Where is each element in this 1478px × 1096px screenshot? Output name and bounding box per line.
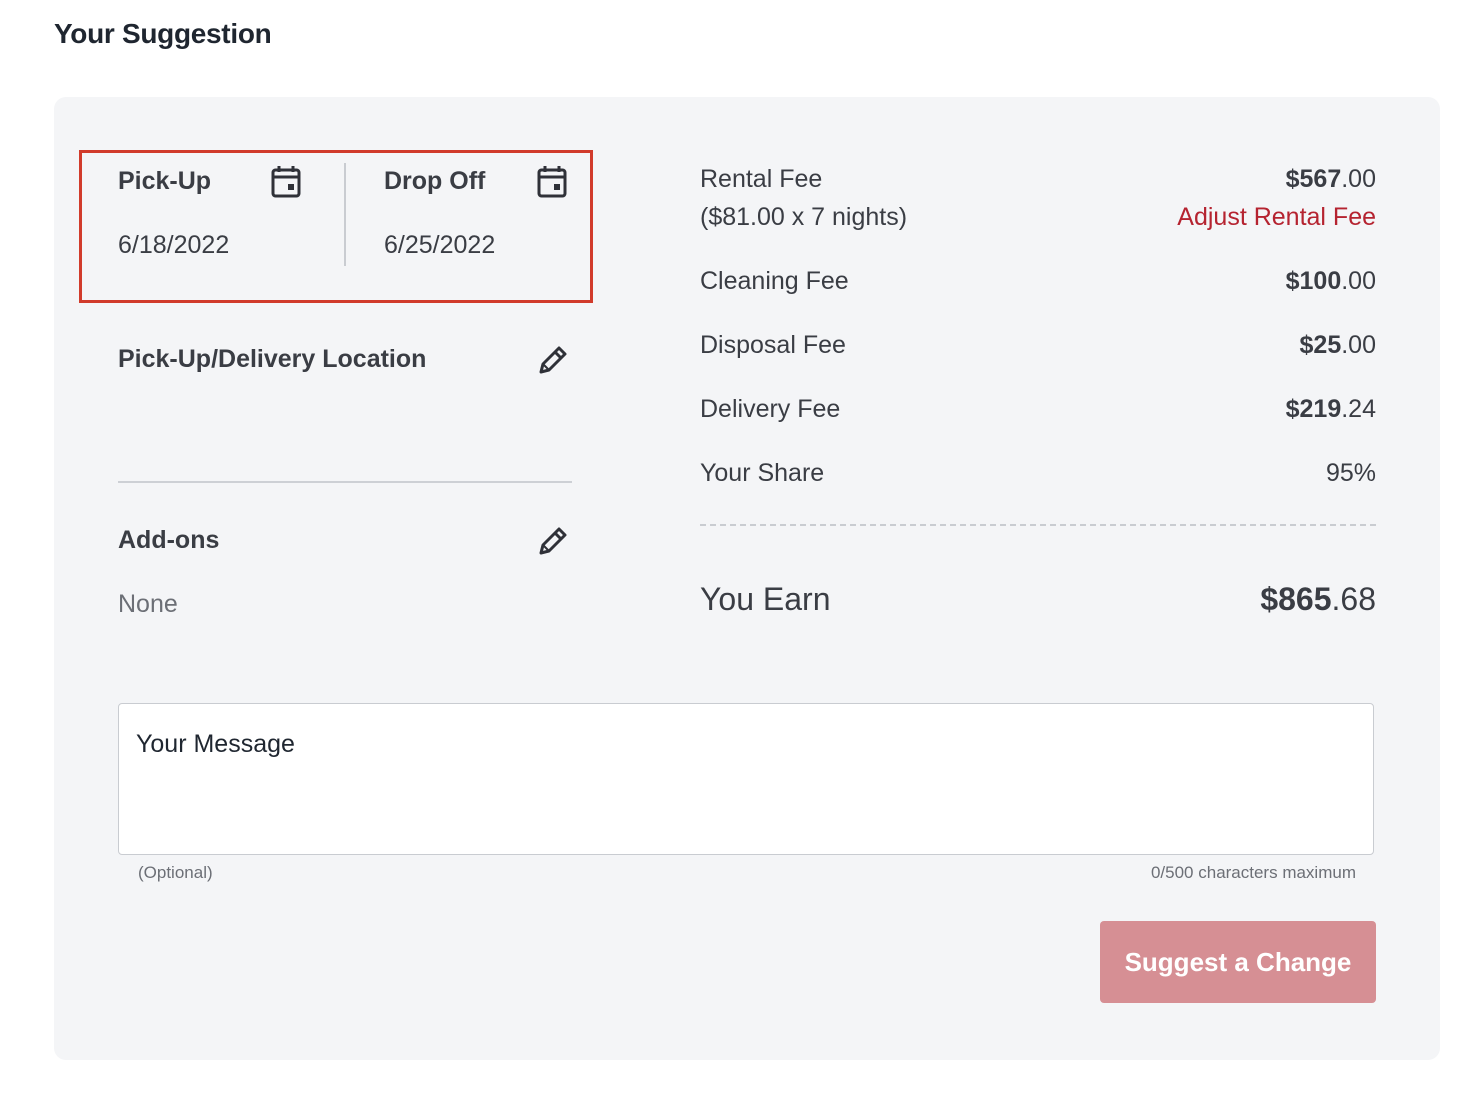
dashed-divider — [700, 524, 1376, 526]
section-divider — [118, 481, 572, 483]
dropoff-label: Drop Off — [384, 167, 486, 195]
disposal-fee-label: Disposal Fee — [700, 331, 846, 359]
suggestion-card: Pick-Up 6/18/2022 Drop Off 6/25/2022 Pic… — [54, 97, 1440, 1060]
you-earn-value: $865.68 — [1260, 581, 1376, 617]
your-share-value: 95% — [1325, 459, 1376, 487]
you-earn-label: You Earn — [700, 581, 831, 617]
delivery-fee-label: Delivery Fee — [700, 395, 841, 423]
dropoff-date-value: 6/25/2022 — [384, 231, 496, 259]
message-textarea[interactable] — [118, 703, 1374, 855]
your-share-label: Your Share — [700, 459, 825, 487]
addons-label: Add-ons — [118, 526, 220, 554]
rental-fee-value: $567.00 — [1285, 165, 1376, 193]
page-title: Your Suggestion — [54, 18, 272, 49]
rental-fee-label: Rental Fee — [700, 165, 823, 193]
dropoff-date-field[interactable]: Drop Off 6/25/2022 — [384, 153, 584, 300]
dropoff-calendar-icon[interactable] — [536, 165, 568, 199]
message-optional-hint: (Optional) — [138, 863, 213, 882]
rental-fee-sublabel: ($81.00 x 7 nights) — [700, 203, 908, 231]
dates-highlight-box: Pick-Up 6/18/2022 Drop Off 6/25/2022 — [79, 150, 593, 303]
delivery-fee-value: $219.24 — [1285, 395, 1376, 423]
message-char-count: 0/500 characters maximum — [1150, 863, 1356, 882]
edit-location-pencil-icon[interactable] — [536, 343, 570, 377]
pickup-label: Pick-Up — [118, 167, 212, 195]
suggest-change-button[interactable]: Suggest a Change — [1100, 921, 1376, 1003]
pickup-calendar-icon[interactable] — [270, 165, 302, 199]
pickup-date-value: 6/18/2022 — [118, 231, 230, 259]
cleaning-fee-label: Cleaning Fee — [700, 267, 849, 295]
location-label: Pick-Up/Delivery Location — [118, 345, 427, 373]
edit-addons-pencil-icon[interactable] — [536, 524, 570, 558]
disposal-fee-value: $25.00 — [1299, 331, 1376, 359]
pickup-date-field[interactable]: Pick-Up 6/18/2022 — [118, 153, 318, 300]
addons-value: None — [118, 590, 178, 618]
adjust-rental-fee-link[interactable]: Adjust Rental Fee — [1177, 203, 1376, 232]
date-divider — [344, 163, 346, 266]
cleaning-fee-value: $100.00 — [1285, 267, 1376, 295]
